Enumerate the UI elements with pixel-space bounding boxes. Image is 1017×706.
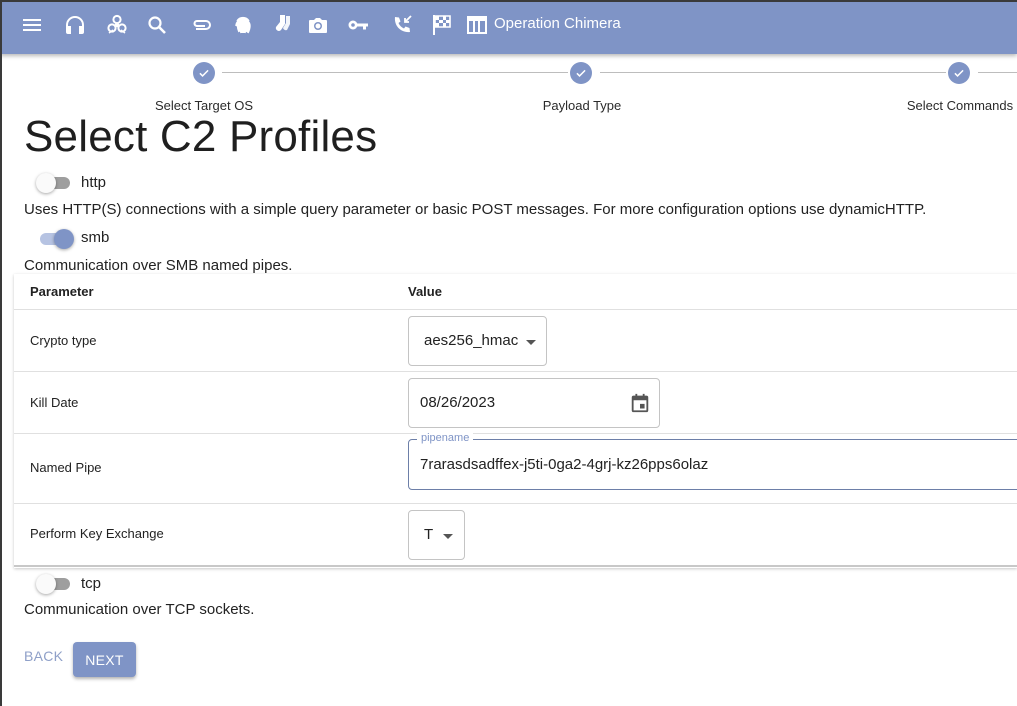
smb-profile-toggle[interactable] xyxy=(38,229,74,249)
param-name: Kill Date xyxy=(30,395,79,410)
step-complete-icon xyxy=(193,62,215,84)
tcp-profile-toggle[interactable] xyxy=(36,574,72,594)
checkered-flag-icon[interactable] xyxy=(427,11,455,39)
table-row: Named Pipe pipename 7rarasdsadffex-j5ti-… xyxy=(14,432,1017,504)
param-name: Crypto type xyxy=(30,333,97,348)
select-value: aes256_hmac xyxy=(424,332,519,349)
headset-icon[interactable] xyxy=(61,11,89,39)
dropdown-arrow-icon xyxy=(443,534,453,539)
stepper-connector xyxy=(222,72,568,73)
profile-description: Communication over SMB named pipes. xyxy=(24,257,293,274)
step-complete-icon xyxy=(570,62,592,84)
key-exchange-select[interactable]: T xyxy=(408,510,465,560)
profile-name: http xyxy=(81,174,107,191)
http-profile-toggle[interactable] xyxy=(36,173,72,193)
next-button[interactable]: NEXT xyxy=(73,642,136,677)
field-label: pipename xyxy=(417,432,474,444)
fingerprint-icon[interactable] xyxy=(229,11,257,39)
profile-name: tcp xyxy=(81,575,102,592)
column-header-parameter: Parameter xyxy=(30,284,94,299)
table-row: Crypto type aes256_hmac xyxy=(14,310,1017,372)
step-complete-icon xyxy=(948,62,970,84)
table-row: Perform Key Exchange T xyxy=(14,504,1017,567)
param-name: Named Pipe xyxy=(30,460,102,475)
calendar-icon[interactable] xyxy=(629,392,651,414)
paperclip-icon[interactable] xyxy=(187,11,215,39)
date-value: 08/26/2023 xyxy=(420,394,496,411)
window-frame-left xyxy=(0,0,2,706)
profile-name: smb xyxy=(81,229,110,246)
stepper-connector xyxy=(978,72,1017,73)
named-pipe-input[interactable]: pipename 7rarasdsadffex-j5ti-0ga2-4grj-k… xyxy=(408,432,1017,490)
profile-description: Communication over TCP sockets. xyxy=(24,601,255,618)
crypto-type-select[interactable]: aes256_hmac xyxy=(408,316,547,366)
biohazard-icon[interactable] xyxy=(103,11,131,39)
table-icon[interactable] xyxy=(463,11,491,39)
parameter-table-body: Parameter Value Crypto type aes256_hmac … xyxy=(14,274,1017,568)
window-frame-top xyxy=(0,0,1017,2)
app-title: Operation Chimera xyxy=(494,15,621,32)
app-bar: Operation Chimera xyxy=(0,0,1017,54)
stepper-connector xyxy=(600,72,946,73)
input-value: 7rarasdsadffex-j5ti-0ga2-4grj-kz26pps6ol… xyxy=(420,456,709,473)
kill-date-input[interactable]: 08/26/2023 xyxy=(408,378,660,428)
key-icon[interactable] xyxy=(344,11,372,39)
step-label: Select Commands xyxy=(906,98,1014,113)
column-header-value: Value xyxy=(408,284,442,299)
socks-icon[interactable] xyxy=(269,11,297,39)
back-button[interactable]: BACK xyxy=(24,648,63,664)
step-label: Payload Type xyxy=(542,98,622,113)
camera-icon[interactable] xyxy=(304,11,332,39)
select-value: T xyxy=(424,526,434,543)
phone-callback-icon[interactable] xyxy=(388,11,416,39)
search-icon[interactable] xyxy=(143,11,171,39)
dropdown-arrow-icon xyxy=(526,340,536,345)
table-row: Kill Date 08/26/2023 xyxy=(14,372,1017,434)
menu-icon[interactable] xyxy=(18,11,46,39)
table-header-row: Parameter Value xyxy=(14,274,1017,310)
step-label: Select Target OS xyxy=(154,98,254,113)
profile-description: Uses HTTP(S) connections with a simple q… xyxy=(24,201,927,218)
param-name: Perform Key Exchange xyxy=(30,526,164,541)
page-title: Select C2 Profiles xyxy=(24,112,378,161)
